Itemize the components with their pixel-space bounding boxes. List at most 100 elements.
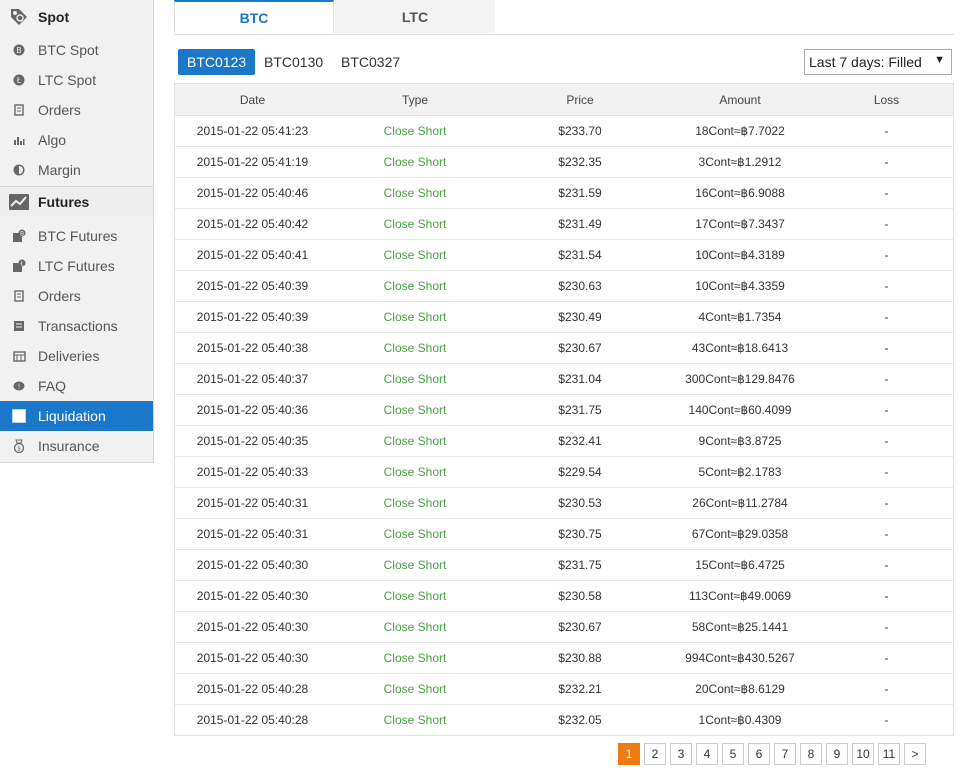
svg-text:B: B [20, 231, 24, 238]
sidebar-item-algo[interactable]: Algo [0, 125, 153, 155]
table-row: 2015-01-22 05:40:30 Close Short $231.75 15C… [175, 549, 953, 580]
cell-loss: - [884, 558, 889, 572]
cell-amount: 10Cont≈฿4.3359 [695, 279, 785, 293]
svg-text:Ł: Ł [16, 76, 22, 85]
cell-amount: 10Cont≈฿4.3189 [695, 248, 785, 262]
filter-select[interactable]: Last 7 days: Filled ▼ [804, 49, 952, 75]
cell-date: 2015-01-22 05:40:30 [196, 620, 309, 634]
page-button-11[interactable]: 11 [878, 743, 900, 765]
pagination: 1 2 3 4 5 6 7 8 9 10 11 > [618, 743, 926, 765]
page-button-6[interactable]: 6 [748, 743, 770, 765]
tab-ltc[interactable]: LTC [335, 0, 495, 33]
cell-type: Close Short [383, 651, 447, 665]
cell-amount: 17Cont≈฿7.3437 [695, 217, 785, 231]
orders-icon [0, 290, 38, 302]
cell-loss: - [884, 372, 889, 386]
cell-type: Close Short [383, 558, 447, 572]
cell-amount: 20Cont≈฿8.6129 [695, 682, 785, 696]
cell-amount: 16Cont≈฿6.9088 [695, 186, 785, 200]
cell-loss: - [884, 124, 889, 138]
next-page-button[interactable]: > [904, 743, 926, 765]
sidebar-item-futures-orders[interactable]: Orders [0, 281, 153, 311]
cell-date: 2015-01-22 05:40:36 [196, 403, 309, 417]
insurance-icon: $ [0, 439, 38, 453]
cell-type: Close Short [383, 713, 447, 727]
sidebar-item-btc-spot[interactable]: B BTC Spot [0, 35, 153, 65]
sidebar-item-margin[interactable]: Margin [0, 155, 153, 185]
sidebar-item-liquidation[interactable]: Liquidation [0, 401, 153, 431]
btc-coin-icon: B [0, 44, 38, 56]
cell-amount: 43Cont≈฿18.6413 [691, 341, 789, 355]
cell-date: 2015-01-22 05:40:33 [196, 465, 309, 479]
header-amount: Amount [719, 92, 761, 107]
sidebar-item-ltc-spot[interactable]: Ł LTC Spot [0, 65, 153, 95]
table-row: 2015-01-22 05:40:31 Close Short $230.75 67C… [175, 518, 953, 549]
sidebar-item-label: BTC Spot [38, 42, 99, 58]
header-price: Price [566, 92, 594, 107]
sidebar-item-ltc-futures[interactable]: Ł LTC Futures [0, 251, 153, 281]
cell-type: Close Short [383, 124, 447, 138]
cell-amount: 5Cont≈฿2.1783 [698, 465, 782, 479]
futures-section-header[interactable]: Futures [0, 186, 153, 217]
cell-price: $230.58 [558, 589, 602, 603]
cell-loss: - [884, 589, 889, 603]
cell-date: 2015-01-22 05:40:30 [196, 651, 309, 665]
table-row: 2015-01-22 05:40:46 Close Short $231.59 16C… [175, 177, 953, 208]
cell-date: 2015-01-22 05:40:30 [196, 589, 309, 603]
cell-loss: - [884, 713, 889, 727]
svg-text:Ł: Ł [19, 261, 24, 268]
page-button-4[interactable]: 4 [696, 743, 718, 765]
sidebar-item-label: Algo [38, 132, 67, 148]
table-row: 2015-01-22 05:40:39 Close Short $230.63 10C… [175, 270, 953, 301]
page-button-10[interactable]: 10 [852, 743, 874, 765]
cell-date: 2015-01-22 05:40:39 [196, 279, 309, 293]
cell-price: $230.67 [558, 620, 602, 634]
cell-price: $230.63 [558, 279, 602, 293]
sidebar-item-label: Deliveries [38, 348, 100, 364]
cell-amount: 58Cont≈฿25.1441 [691, 620, 789, 634]
page-button-8[interactable]: 8 [800, 743, 822, 765]
tab-btc[interactable]: BTC [174, 0, 334, 33]
sidebar-item-label: LTC Spot [38, 72, 97, 88]
cell-date: 2015-01-22 05:40:35 [196, 434, 309, 448]
page-button-7[interactable]: 7 [774, 743, 796, 765]
table-row: 2015-01-22 05:40:41 Close Short $231.54 10C… [175, 239, 953, 270]
sidebar-item-label: LTC Futures [38, 258, 115, 274]
sidebar: Spot B BTC Spot Ł LTC Spot Orders Algo M… [0, 0, 154, 463]
page-button-3[interactable]: 3 [670, 743, 692, 765]
page-button-1[interactable]: 1 [618, 743, 640, 765]
cell-date: 2015-01-22 05:40:42 [196, 217, 309, 231]
page-button-5[interactable]: 5 [722, 743, 744, 765]
sidebar-item-spot-orders[interactable]: Orders [0, 95, 153, 125]
cell-amount: 4Cont≈฿1.7354 [698, 310, 782, 324]
contract-btc0130[interactable]: BTC0130 [255, 49, 332, 75]
cell-date: 2015-01-22 05:41:19 [196, 155, 309, 169]
sidebar-item-faq[interactable]: ! FAQ [0, 371, 153, 401]
cell-date: 2015-01-22 05:40:28 [196, 682, 309, 696]
cell-loss: - [884, 310, 889, 324]
contract-btc0327[interactable]: BTC0327 [332, 49, 409, 75]
sidebar-item-transactions[interactable]: Transactions [0, 311, 153, 341]
cell-type: Close Short [383, 310, 447, 324]
cell-price: $232.05 [558, 713, 602, 727]
sidebar-item-deliveries[interactable]: Deliveries [0, 341, 153, 371]
sidebar-item-insurance[interactable]: $ Insurance [0, 431, 153, 461]
spot-section-header[interactable]: Spot [0, 2, 153, 32]
sidebar-item-btc-futures[interactable]: B BTC Futures [0, 221, 153, 251]
cell-price: $232.35 [558, 155, 602, 169]
sidebar-item-label: Liquidation [38, 408, 106, 424]
header-type: Type [401, 92, 428, 107]
cell-amount: 1Cont≈฿0.4309 [698, 713, 782, 727]
cell-price: $231.75 [558, 558, 602, 572]
faq-icon: ! [0, 380, 38, 392]
cell-loss: - [884, 403, 889, 417]
cell-price: $231.54 [558, 248, 602, 262]
tag-icon [0, 6, 38, 28]
table-row: 2015-01-22 05:40:31 Close Short $230.53 26C… [175, 487, 953, 518]
contract-btc0123[interactable]: BTC0123 [178, 49, 256, 75]
page-button-2[interactable]: 2 [644, 743, 666, 765]
page-button-9[interactable]: 9 [826, 743, 848, 765]
cell-date: 2015-01-22 05:40:38 [196, 341, 309, 355]
cell-price: $231.49 [558, 217, 602, 231]
sidebar-item-label: Margin [38, 162, 81, 178]
